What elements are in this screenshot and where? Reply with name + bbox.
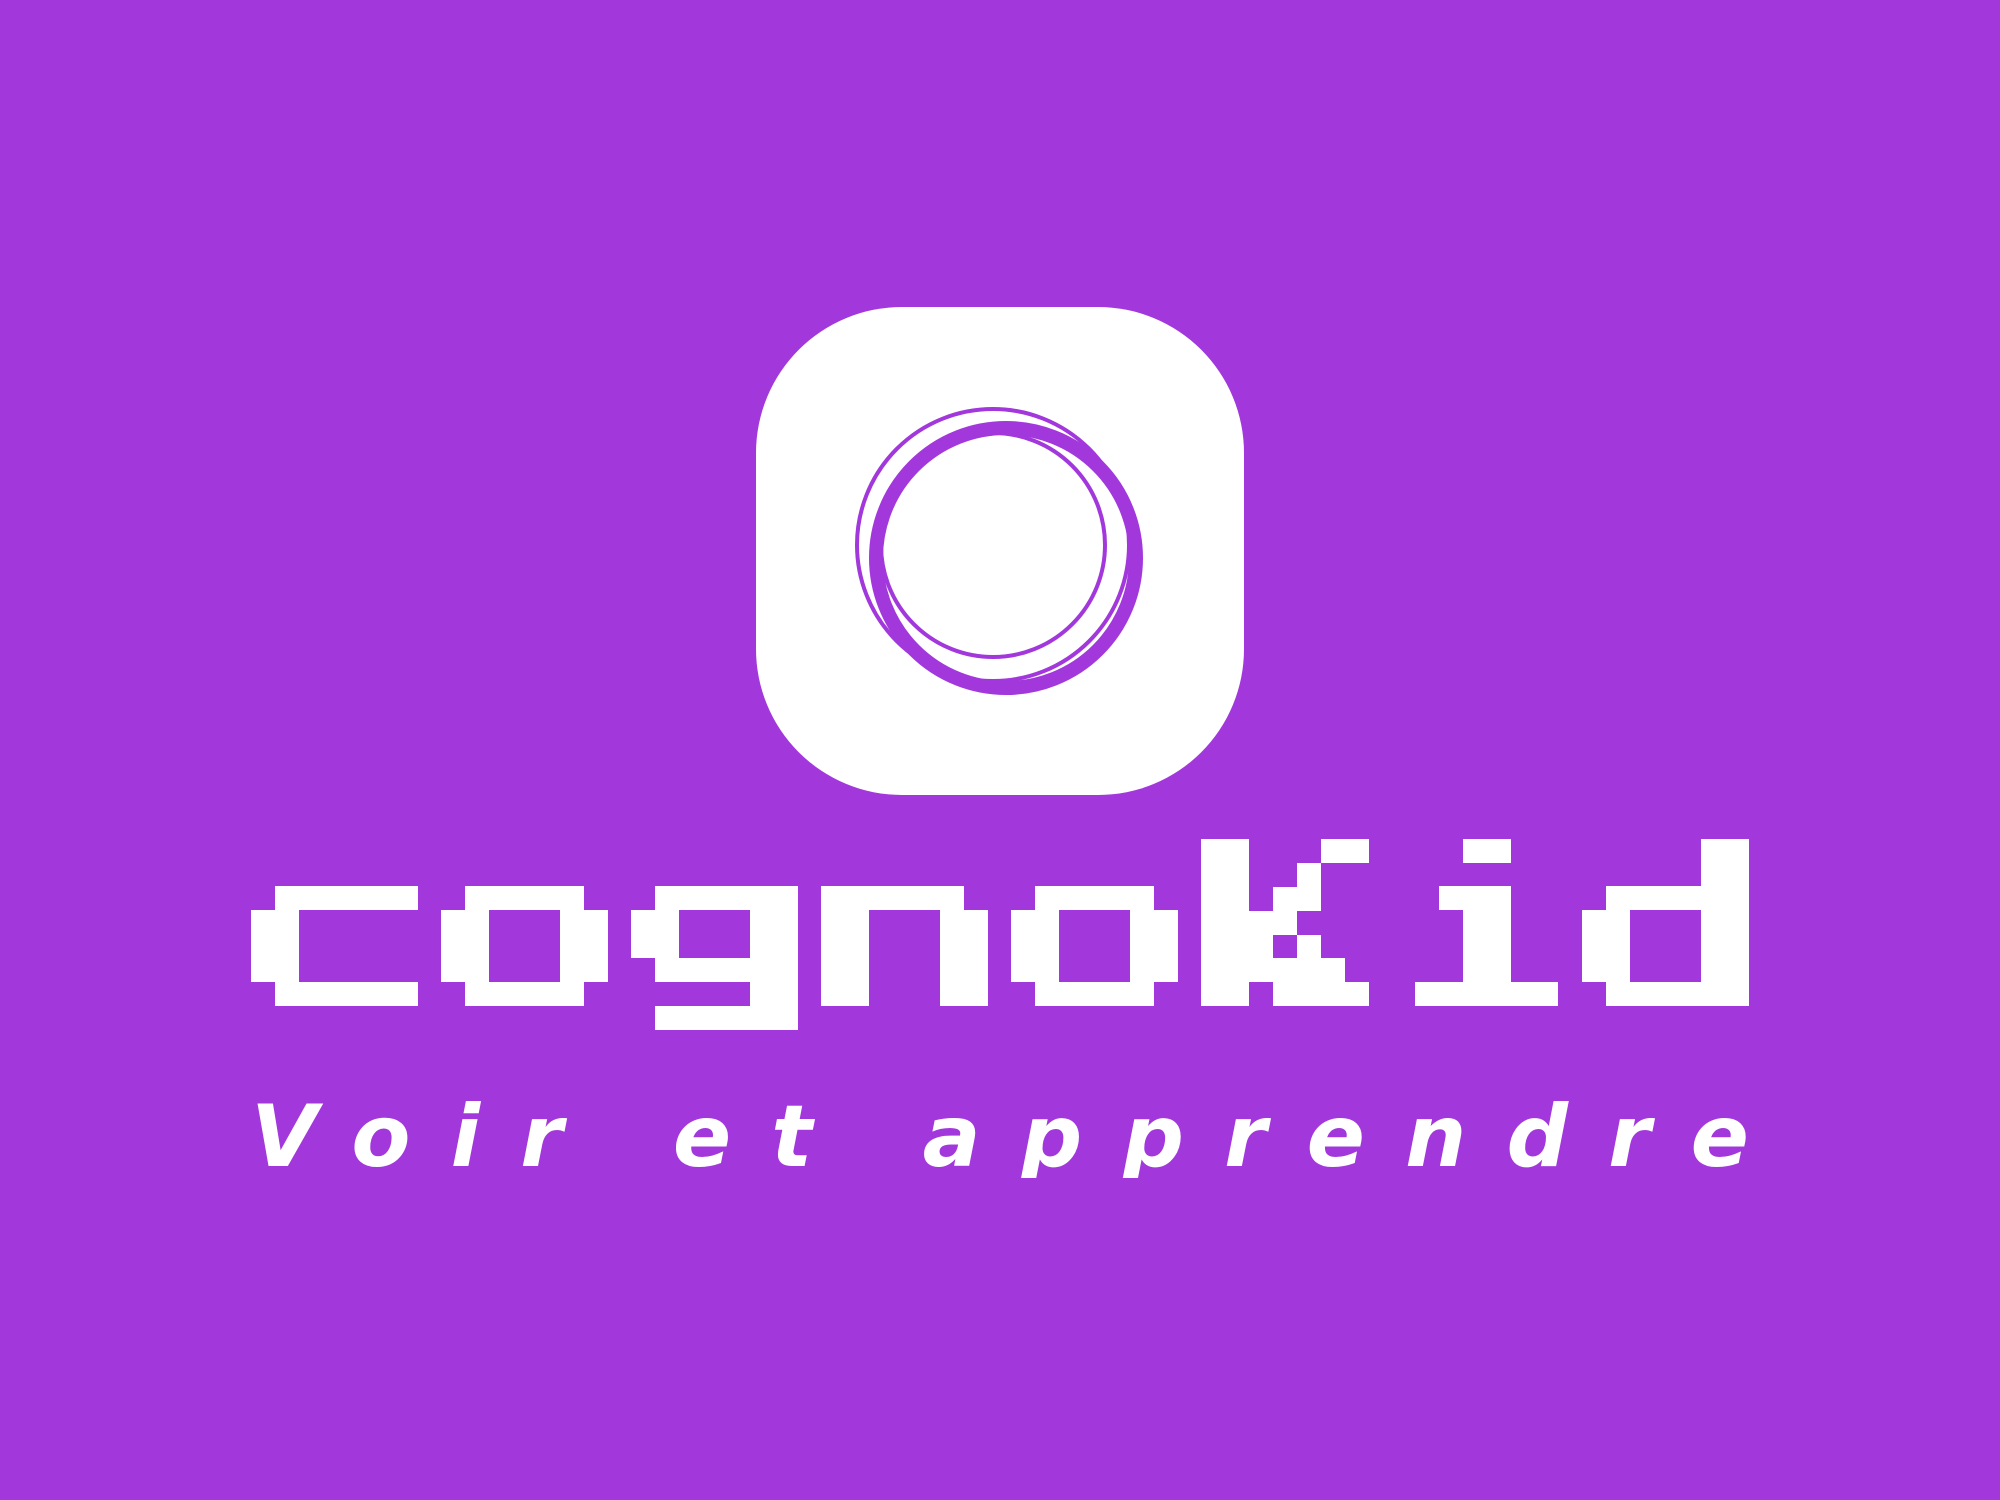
wordmark-letter-k xyxy=(1201,839,1369,1006)
wordmark-letter-n xyxy=(821,886,988,1006)
logo xyxy=(251,307,1749,1030)
wordmark-letter-i xyxy=(1415,839,1558,1006)
wordmark-letter-c xyxy=(251,886,418,1006)
wordmark-letter-o-2 xyxy=(1011,886,1178,1006)
wordmark-letter-d xyxy=(1582,839,1749,1006)
wordmark-letter-o xyxy=(441,886,608,1006)
wordmark xyxy=(251,839,1749,1030)
tagline-text: Voir et apprendre xyxy=(251,1087,1749,1178)
tagline: Voir et apprendre xyxy=(251,1087,1749,1178)
wordmark-letter-g xyxy=(631,886,798,1030)
camera-lens-icon xyxy=(756,307,1244,795)
